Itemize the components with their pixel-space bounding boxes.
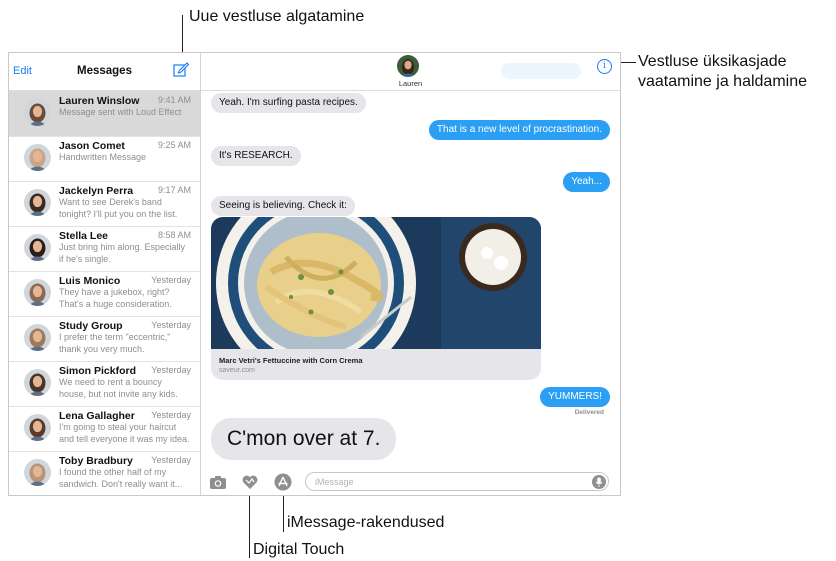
conversation-row[interactable]: Jason Comet 9:25 AM Handwritten Message (9, 136, 200, 182)
avatar (24, 144, 51, 171)
conversation-preview: I prefer the term "eccentric," thank you… (59, 332, 171, 354)
conversation-time: Yesterday (151, 320, 191, 330)
conversation-preview: We need to rent a bouncy house, but not … (59, 377, 178, 399)
conversation-time: 9:25 AM (157, 140, 191, 150)
link-title: Marc Vetri's Fettuccine with Corn Crema (219, 356, 363, 365)
delivered-status: Delivered (574, 409, 604, 416)
conversation-name: Lauren Winslow (59, 95, 140, 107)
conversation-time: Yesterday (151, 365, 191, 375)
avatar (24, 189, 51, 216)
avatar (24, 99, 51, 126)
conversation-name: Lena Gallagher (59, 410, 135, 422)
conversation-time: Yesterday (151, 455, 191, 465)
callout-digital-touch: Digital Touch (253, 541, 345, 558)
conversation-preview: They have a jukebox, right? That's a hug… (59, 287, 172, 309)
pasta-photo (211, 217, 541, 349)
app-store-icon[interactable] (274, 473, 292, 491)
conversation-row[interactable]: Luis Monico Yesterday They have a jukebox,… (9, 271, 200, 317)
conversation-sidebar: Edit Messages Lauren Winslow 9:41 AM Messa… (9, 53, 201, 495)
microphone-icon[interactable] (592, 475, 606, 489)
conversation-name: Simon Pickford (59, 365, 137, 377)
conversation-time: 9:17 AM (157, 185, 191, 195)
conversation-name: Jason Comet (59, 140, 125, 152)
conversation-preview: Want to see Derek's band tonight? I'll p… (59, 197, 178, 219)
contact-avatar[interactable] (397, 55, 419, 77)
conversation-time: Yesterday (151, 410, 191, 420)
conversation-row[interactable]: Lena Gallagher Yesterday I'm going to stea… (9, 406, 200, 452)
callout-details-line2: vaatamine ja haldamine (638, 73, 807, 90)
message-bubble-incoming[interactable]: It's RESEARCH. (211, 146, 301, 166)
conversation-row[interactable]: Study Group Yesterday I prefer the term "e… (9, 316, 200, 362)
message-input-field[interactable] (305, 472, 609, 491)
conversation-name: Toby Bradbury (59, 455, 133, 467)
conversation-row[interactable]: Stella Lee 8:58 AM Just bring him along. E… (9, 226, 200, 272)
message-bubble-outgoing[interactable]: That is a new level of procrastination. (428, 120, 610, 140)
message-bubble-outgoing[interactable]: Yeah... (563, 172, 610, 192)
conversation-preview: Handwritten Message (59, 152, 147, 162)
sidebar-header: Edit Messages (9, 53, 200, 91)
ipad-screen: Edit Messages Lauren Winslow 9:41 AM Messa… (8, 52, 621, 496)
link-preview-card[interactable]: Marc Vetri's Fettuccine with Corn Crema … (211, 217, 541, 380)
conversation-row[interactable]: Toby Bradbury Yesterday I found the other … (9, 451, 200, 495)
conversation-name: Study Group (59, 320, 123, 332)
conversation-name: Stella Lee (59, 230, 109, 242)
callout-new-conversation: Uue vestluse algatamine (189, 8, 365, 25)
chat-header: Lauren i (201, 53, 620, 91)
conversation-name: Jackelyn Perra (59, 185, 134, 197)
header-status-blur (501, 63, 581, 79)
conversation-name: Luis Monico (59, 275, 121, 287)
callout-details-line1: Vestluse üksikasjade (638, 53, 787, 70)
conversation-preview: Message sent with Loud Effect (59, 107, 182, 117)
avatar (24, 324, 51, 351)
compose-icon[interactable] (172, 61, 190, 79)
digital-touch-icon[interactable] (241, 473, 259, 491)
conversation-preview: Just bring him along. Especially if he's… (59, 242, 186, 264)
loud-effect-message[interactable]: C'mon over at 7. (211, 418, 397, 460)
conversation-preview: I'm going to steal your haircut and tell… (59, 422, 190, 444)
message-input[interactable] (315, 475, 575, 489)
avatar (24, 234, 51, 261)
callout-imessage-apps: iMessage-rakendused (287, 514, 445, 531)
conversation-view: Lauren i Yeah. I'm surfing pasta recipes… (201, 53, 620, 495)
conversation-row[interactable]: Simon Pickford Yesterday We need to rent a… (9, 361, 200, 407)
link-source: saveur.com (219, 367, 255, 374)
message-bubble-incoming[interactable]: Seeing is believing. Check it: (211, 196, 355, 216)
avatar (24, 369, 51, 396)
conversation-time: 8:58 AM (157, 230, 191, 240)
message-bubble-incoming[interactable]: Yeah. I'm surfing pasta recipes. (211, 93, 366, 113)
conversation-row[interactable]: Lauren Winslow 9:41 AM Message sent with L… (9, 91, 200, 137)
avatar (24, 414, 51, 441)
conversation-preview: I found the other half of my sandwich. D… (59, 467, 183, 489)
avatar (24, 459, 51, 486)
conversation-time: Yesterday (151, 275, 191, 285)
conversation-row[interactable]: Jackelyn Perra 9:17 AM Want to see Derek's… (9, 181, 200, 227)
info-icon[interactable]: i (597, 59, 612, 74)
contact-name: Lauren (398, 79, 423, 88)
message-bubble-outgoing[interactable]: YUMMERS! (540, 387, 610, 407)
camera-icon[interactable] (209, 473, 227, 491)
avatar (24, 279, 51, 306)
conversation-time: 9:41 AM (157, 95, 191, 105)
